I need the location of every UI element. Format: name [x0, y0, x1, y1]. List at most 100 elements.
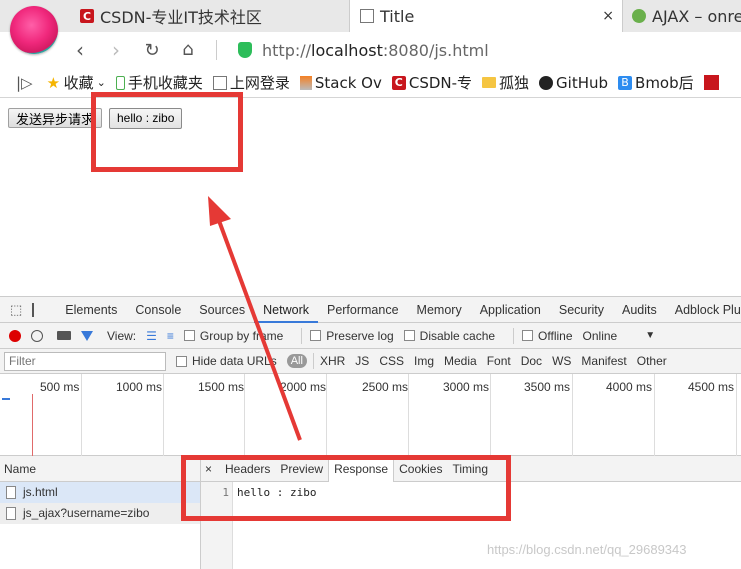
bookmark-stackoverflow[interactable]: Stack Ov	[299, 74, 382, 92]
tab-sources[interactable]: Sources	[190, 297, 254, 323]
bookmark-login[interactable]: 上网登录	[212, 72, 290, 93]
filter-css[interactable]: CSS	[379, 354, 404, 368]
bookmark-bmob[interactable]: B Bmob后	[618, 72, 694, 93]
filter-media[interactable]: Media	[444, 354, 477, 368]
response-body[interactable]: hello : zibo	[237, 486, 316, 499]
group-by-frame-checkbox[interactable]: Group by frame	[183, 329, 283, 343]
close-tab-icon[interactable]: ×	[602, 8, 614, 24]
tab-application[interactable]: Application	[471, 297, 550, 323]
timeline-tick-label: 1000 ms	[116, 380, 163, 394]
tab-response[interactable]: Response	[328, 455, 395, 482]
filter-manifest[interactable]: Manifest	[581, 354, 626, 368]
filter-font[interactable]: Font	[487, 354, 511, 368]
url-prefix: http://	[262, 40, 312, 60]
hide-data-urls-checkbox[interactable]: Hide data URLs	[176, 354, 277, 368]
bookmark-csdn[interactable]: C CSDN-专	[391, 72, 472, 93]
browser-tab-strip: C CSDN-专业IT技术社区 Title × AJAX – onre	[0, 0, 741, 32]
document-icon	[212, 75, 227, 90]
url-field[interactable]: http://localhost:8080/js.html	[232, 36, 732, 64]
back-arrow-icon[interactable]: ‹	[68, 38, 92, 62]
disable-cache-checkbox[interactable]: Disable cache	[403, 329, 495, 343]
tab-csdn[interactable]: C CSDN-专业IT技术社区	[80, 0, 348, 32]
network-filter-bar: Hide data URLs All XHR JS CSS Img Media …	[0, 349, 741, 374]
checkbox[interactable]	[403, 330, 415, 341]
file-icon	[6, 486, 16, 499]
inspect-cursor-icon[interactable]: ⬚	[10, 302, 22, 318]
filter-ws[interactable]: WS	[552, 354, 571, 368]
checkbox[interactable]	[522, 330, 534, 341]
preserve-log-checkbox[interactable]: Preserve log	[310, 329, 394, 343]
page-viewport: 发送异步请求 hello : zibo	[0, 98, 741, 296]
tab-ajax[interactable]: AJAX – onre	[632, 0, 741, 32]
network-timeline-overview[interactable]: 500 ms 1000 ms 1500 ms 2000 ms 2500 ms 3…	[0, 374, 741, 456]
toolbar-divider	[216, 40, 217, 60]
tab-audits[interactable]: Audits	[613, 297, 666, 323]
home-icon[interactable]: ⌂	[176, 39, 200, 60]
checkbox[interactable]	[183, 330, 195, 341]
bookmark-folder[interactable]: 孤独	[482, 72, 529, 93]
stackoverflow-icon	[299, 75, 312, 90]
bookmarks-bar: |▷ ★ 收藏 ⌄ 手机收藏夹 上网登录 Stack Ov C CSDN-专 孤独 G…	[0, 68, 741, 98]
folder-icon	[482, 77, 497, 88]
file-icon	[6, 507, 16, 520]
load-event-marker	[32, 394, 33, 456]
tab-console[interactable]: Console	[126, 297, 190, 323]
devtools-panel: ⬚ Elements Console Sources Network Perfo…	[0, 296, 741, 569]
tab-timing[interactable]: Timing	[447, 456, 493, 482]
record-icon[interactable]	[9, 329, 21, 342]
browser-avatar-logo[interactable]	[10, 6, 58, 54]
throttling-select[interactable]: Online ▼	[583, 329, 656, 343]
github-icon	[539, 75, 554, 90]
tab-title-page[interactable]: Title ×	[349, 0, 623, 32]
filter-xhr[interactable]: XHR	[320, 354, 345, 368]
filter-all[interactable]: All	[286, 354, 307, 368]
toolbar-divider	[301, 327, 303, 344]
reload-icon[interactable]: ↻	[140, 40, 164, 61]
tab-adblock-plus[interactable]: Adblock Plus	[666, 297, 741, 323]
response-text-button[interactable]: hello : zibo	[109, 108, 183, 129]
send-async-request-button[interactable]: 发送异步请求	[8, 108, 102, 128]
checkbox[interactable]	[176, 355, 187, 367]
filter-js[interactable]: JS	[355, 354, 369, 368]
tab-performance[interactable]: Performance	[318, 297, 408, 323]
extension-icon[interactable]	[703, 75, 719, 90]
offline-checkbox[interactable]: Offline	[522, 329, 573, 343]
filter-doc[interactable]: Doc	[521, 354, 542, 368]
tab-security[interactable]: Security	[550, 297, 613, 323]
bookmark-github[interactable]: GitHub	[539, 74, 608, 92]
clear-icon[interactable]	[31, 329, 43, 342]
line-number: 1	[201, 482, 233, 569]
tab-headers[interactable]: Headers	[220, 456, 275, 482]
request-row[interactable]: js.html	[0, 482, 200, 503]
close-detail-icon[interactable]: ×	[205, 462, 212, 476]
tab-network[interactable]: Network	[254, 297, 318, 323]
bookmark-mobile[interactable]: 手机收藏夹	[115, 72, 203, 93]
timeline-gridline	[244, 374, 245, 456]
timeline-gridline	[163, 374, 164, 456]
sidebar-toggle-icon[interactable]: |▷	[16, 74, 33, 92]
request-list-header[interactable]: Name	[0, 456, 200, 482]
waterfall-overview-icon[interactable]: ≡	[167, 329, 174, 343]
tab-cookies[interactable]: Cookies	[394, 456, 447, 482]
tab-preview[interactable]: Preview	[275, 456, 328, 482]
filter-funnel-icon[interactable]	[81, 330, 93, 341]
device-toggle-icon[interactable]	[32, 302, 35, 317]
tab-memory[interactable]: Memory	[408, 297, 471, 323]
tab-title: Title	[380, 6, 415, 26]
filter-img[interactable]: Img	[414, 354, 434, 368]
phone-icon	[115, 75, 125, 90]
checkbox[interactable]	[310, 330, 322, 341]
request-row[interactable]: js_ajax?username=zibo	[0, 503, 200, 524]
csdn-logo-icon: C	[391, 75, 406, 90]
devtools-tab-bar: ⬚ Elements Console Sources Network Perfo…	[0, 297, 741, 323]
filter-other[interactable]: Other	[637, 354, 667, 368]
chevron-down-icon: ⌄	[96, 76, 106, 89]
timeline-gridline	[736, 374, 737, 456]
forward-arrow-icon[interactable]: ›	[104, 38, 128, 62]
tab-elements[interactable]: Elements	[56, 297, 126, 323]
watermark: https://blog.csdn.net/qq_29689343	[487, 542, 687, 557]
filter-input[interactable]	[4, 351, 166, 371]
capture-screenshots-icon[interactable]	[57, 331, 71, 340]
bookmark-favorites[interactable]: ★ 收藏 ⌄	[47, 72, 106, 93]
large-rows-icon[interactable]: ☰	[146, 329, 157, 343]
